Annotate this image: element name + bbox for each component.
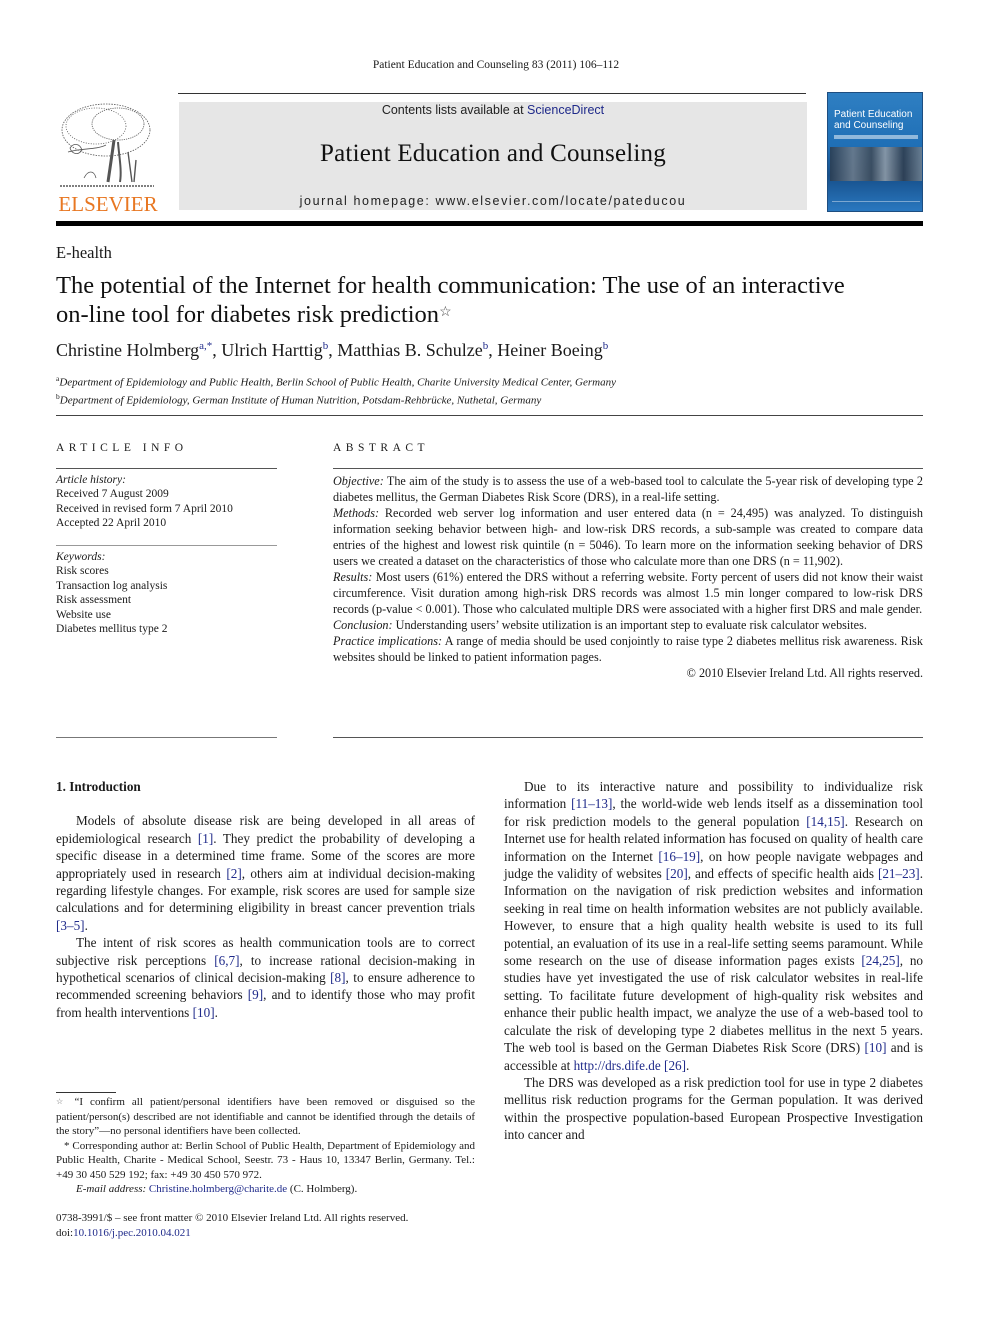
citation-link[interactable]: [9]: [248, 987, 263, 1002]
footnotes: ☆ “I confirm all patient/personal identi…: [56, 1095, 475, 1197]
article-title: The potential of the Internet for health…: [56, 272, 845, 328]
text-run: .: [84, 917, 88, 933]
citation-link[interactable]: [8]: [330, 970, 345, 985]
author-name: Christine Holmberg: [56, 340, 200, 360]
url-link[interactable]: http://drs.dife.de: [574, 1058, 661, 1073]
text-run: .: [686, 1057, 690, 1073]
citation-link[interactable]: [14,15]: [806, 814, 844, 829]
cover-footer: [832, 201, 920, 207]
abstract-copyright: © 2010 Elsevier Ireland Ltd. All rights …: [686, 666, 923, 680]
divider: [56, 737, 277, 738]
author-affiliation-sup[interactable]: a,*: [199, 340, 212, 352]
doi-line: doi:10.1016/j.pec.2010.04.021: [56, 1227, 191, 1239]
running-head: Patient Education and Counseling 83 (201…: [372, 59, 620, 71]
contents-availability: Contents lists available at ScienceDirec…: [179, 103, 807, 117]
author-affiliation-sup[interactable]: b: [483, 340, 489, 352]
keyword: Transaction log analysis: [56, 579, 168, 592]
author-affiliation-sup[interactable]: b: [323, 340, 329, 352]
affiliation: aDepartment of Epidemiology and Public H…: [56, 374, 616, 389]
issn-line: 0738-3991/$ – see front matter © 2010 El…: [56, 1212, 409, 1224]
text-run: .: [214, 1004, 218, 1020]
keywords: Keywords: Risk scores Transaction log an…: [56, 550, 277, 636]
paragraph: The intent of risk scores as health comm…: [56, 934, 475, 1021]
article-section-label: E-health: [56, 243, 112, 262]
paragraph: Due to its interactive nature and possib…: [504, 778, 923, 1074]
history-item: Received in revised form 7 April 2010: [56, 502, 233, 515]
history-item: Received 7 August 2009: [56, 488, 169, 501]
contents-prefix: Contents lists available at: [381, 103, 528, 117]
footnote-corresponding: * Corresponding author at: Berlin School…: [56, 1139, 475, 1181]
journal-title: Patient Education and Counseling: [320, 140, 666, 167]
divider: [56, 545, 277, 546]
author-name: Heiner Boeing: [497, 340, 603, 360]
citation-link[interactable]: [1]: [198, 831, 213, 846]
affiliation: bDepartment of Epidemiology, German Inst…: [56, 392, 542, 407]
divider: [333, 737, 923, 738]
body-column-right: Due to its interactive nature and possib…: [504, 778, 923, 1144]
citation-link[interactable]: [11–13]: [571, 796, 612, 811]
abstract-results: Results: Most users (61%) entered the DR…: [333, 570, 923, 616]
citation-link[interactable]: [3–5]: [56, 918, 85, 933]
citation-link[interactable]: [6,7]: [214, 953, 239, 968]
cover-title: Patient Education and Counseling: [834, 109, 913, 131]
sciencedirect-link[interactable]: ScienceDirect: [527, 103, 604, 117]
top-rule: [178, 93, 806, 94]
citation-link[interactable]: [26]: [664, 1058, 686, 1073]
keyword: Website use: [56, 608, 111, 621]
footnote-rule: [56, 1092, 116, 1093]
citation-link[interactable]: [21–23]: [878, 866, 920, 881]
article-info-heading: ARTICLE INFO: [56, 442, 188, 454]
author-list: Christine Holmberga,*, Ulrich Harttigb, …: [56, 340, 609, 360]
front-matter: 0738-3991/$ – see front matter © 2010 El…: [56, 1211, 475, 1241]
keyword: Risk scores: [56, 565, 109, 578]
keywords-label: Keywords:: [56, 551, 106, 563]
elsevier-wordmark: ELSEVIER: [58, 192, 158, 216]
keyword: Risk assessment: [56, 594, 132, 607]
email-link[interactable]: Christine.holmberg@charite.de: [149, 1183, 287, 1195]
section-heading: 1. Introduction: [56, 779, 141, 794]
abstract-practice-implications: Practice implications: A range of media …: [333, 634, 923, 664]
footnote-email: E-mail address: Christine.holmberg@chari…: [76, 1183, 358, 1195]
footnote-star: ☆ “I confirm all patient/personal identi…: [56, 1096, 475, 1137]
citation-link[interactable]: [10]: [193, 1005, 215, 1020]
affiliations: aDepartment of Epidemiology and Public H…: [56, 372, 616, 408]
abstract-body: Objective: The aim of the study is to as…: [333, 473, 923, 681]
history-label: Article history:: [56, 474, 126, 486]
paragraph: Models of absolute disease risk are bein…: [56, 812, 475, 934]
citation-link[interactable]: [10]: [864, 1040, 886, 1055]
citation-link[interactable]: [16–19]: [658, 849, 700, 864]
abstract-objective: Objective: The aim of the study is to as…: [333, 474, 923, 504]
author-name: Matthias B. Schulze: [337, 340, 483, 360]
abstract-methods: Methods: Recorded web server log informa…: [333, 506, 923, 568]
star-marker: ☆: [56, 1097, 68, 1106]
header-divider: [56, 221, 923, 226]
cover-subtitle-band: [834, 135, 918, 139]
text-run: , no studies have yet investigated the u…: [504, 953, 924, 1056]
journal-masthead: Contents lists available at ScienceDirec…: [179, 102, 807, 210]
divider: [333, 468, 923, 469]
text-run: The DRS was developed as a risk predicti…: [504, 1074, 923, 1143]
doi-link[interactable]: 10.1016/j.pec.2010.04.021: [73, 1227, 191, 1239]
abstract-heading: ABSTRACT: [333, 442, 430, 454]
citation-link[interactable]: [24,25]: [861, 953, 899, 968]
keyword: Diabetes mellitus type 2: [56, 623, 168, 636]
abstract-conclusion: Conclusion: Understanding users’ website…: [333, 618, 867, 632]
title-footnote-marker[interactable]: ☆: [439, 305, 452, 320]
divider: [56, 468, 277, 469]
history-item: Accepted 22 April 2010: [56, 517, 167, 530]
author-affiliation-sup[interactable]: b: [603, 340, 609, 352]
article-history: Article history: Received 7 August 2009 …: [56, 473, 277, 531]
citation-link[interactable]: [2]: [226, 866, 241, 881]
body-column-left: 1. Introduction Models of absolute disea…: [56, 778, 475, 1021]
citation-link[interactable]: [20]: [666, 866, 688, 881]
journal-cover-image: Patient Education and Counseling: [827, 92, 923, 212]
title-divider: [56, 415, 923, 416]
cover-photo-strip: [830, 147, 922, 181]
paragraph: The DRS was developed as a risk predicti…: [504, 1074, 923, 1144]
journal-homepage-link[interactable]: journal homepage: www.elsevier.com/locat…: [179, 194, 807, 208]
text-run: , and effects of specific health aids: [687, 866, 878, 882]
author-name: Ulrich Harttig: [221, 340, 323, 360]
